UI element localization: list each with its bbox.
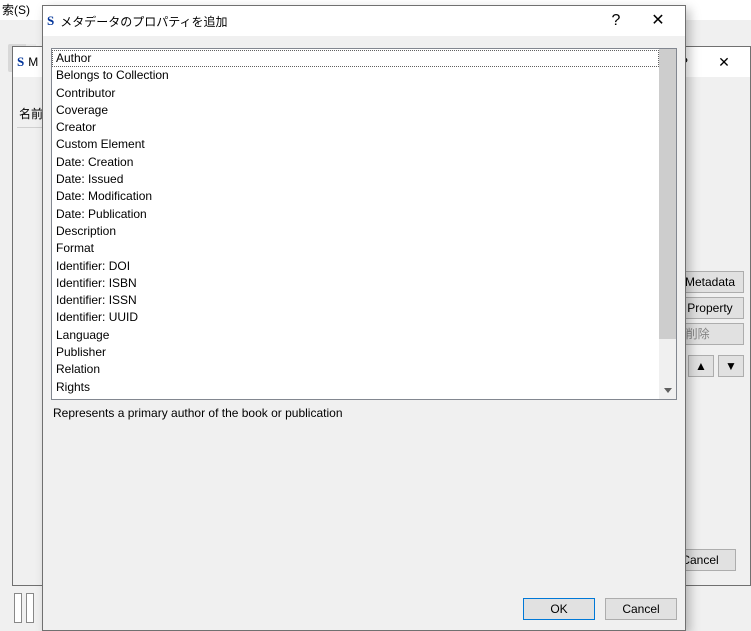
- column-header-name: 名前: [19, 105, 43, 122]
- ok-button[interactable]: OK: [523, 598, 595, 620]
- list-item[interactable]: Coverage: [52, 102, 659, 119]
- list-item[interactable]: Author: [52, 50, 659, 67]
- move-up-button[interactable]: ▲: [688, 355, 714, 377]
- listbox-scrollbar[interactable]: [659, 49, 676, 399]
- close-button[interactable]: ✕: [637, 6, 679, 36]
- app-icon: S: [17, 54, 24, 70]
- list-item[interactable]: Date: Issued: [52, 171, 659, 188]
- close-button[interactable]: ✕: [704, 54, 744, 71]
- dialog-titlebar[interactable]: S メタデータのプロパティを追加 ? ✕: [43, 6, 685, 36]
- arrow-up-icon: ▲: [695, 359, 707, 373]
- list-item[interactable]: Language: [52, 327, 659, 344]
- list-item[interactable]: Description: [52, 223, 659, 240]
- list-item[interactable]: Identifier: ISSN: [52, 292, 659, 309]
- list-item[interactable]: Contributor: [52, 85, 659, 102]
- list-item[interactable]: Date: Publication: [52, 206, 659, 223]
- property-listbox[interactable]: AuthorBelongs to CollectionContributorCo…: [51, 48, 677, 400]
- list-item[interactable]: Relation: [52, 361, 659, 378]
- arrow-down-icon: ▼: [725, 359, 737, 373]
- list-item[interactable]: Belongs to Collection: [52, 67, 659, 84]
- menu-fragment-text: 索(S): [2, 3, 30, 17]
- property-description: Represents a primary author of the book …: [51, 400, 677, 426]
- app-icon: S: [47, 13, 54, 29]
- list-item[interactable]: Source: [52, 396, 659, 399]
- list-item[interactable]: Identifier: DOI: [52, 258, 659, 275]
- list-item[interactable]: Custom Element: [52, 136, 659, 153]
- list-item[interactable]: Identifier: UUID: [52, 309, 659, 326]
- list-item[interactable]: Identifier: ISBN: [52, 275, 659, 292]
- list-item[interactable]: Creator: [52, 119, 659, 136]
- list-item[interactable]: Rights: [52, 379, 659, 396]
- background-vertical-bars: [14, 593, 40, 623]
- list-item[interactable]: Date: Creation: [52, 154, 659, 171]
- cancel-button[interactable]: Cancel: [605, 598, 677, 620]
- help-button[interactable]: ?: [595, 6, 637, 36]
- dialog-title: メタデータのプロパティを追加: [60, 13, 595, 30]
- list-item[interactable]: Date: Modification: [52, 188, 659, 205]
- scrollbar-thumb[interactable]: [659, 49, 676, 339]
- list-item[interactable]: Format: [52, 240, 659, 257]
- scrollbar-down-button[interactable]: [659, 382, 676, 399]
- list-item[interactable]: Publisher: [52, 344, 659, 361]
- add-property-dialog: S メタデータのプロパティを追加 ? ✕ AuthorBelongs to Co…: [42, 5, 686, 631]
- move-down-button[interactable]: ▼: [718, 355, 744, 377]
